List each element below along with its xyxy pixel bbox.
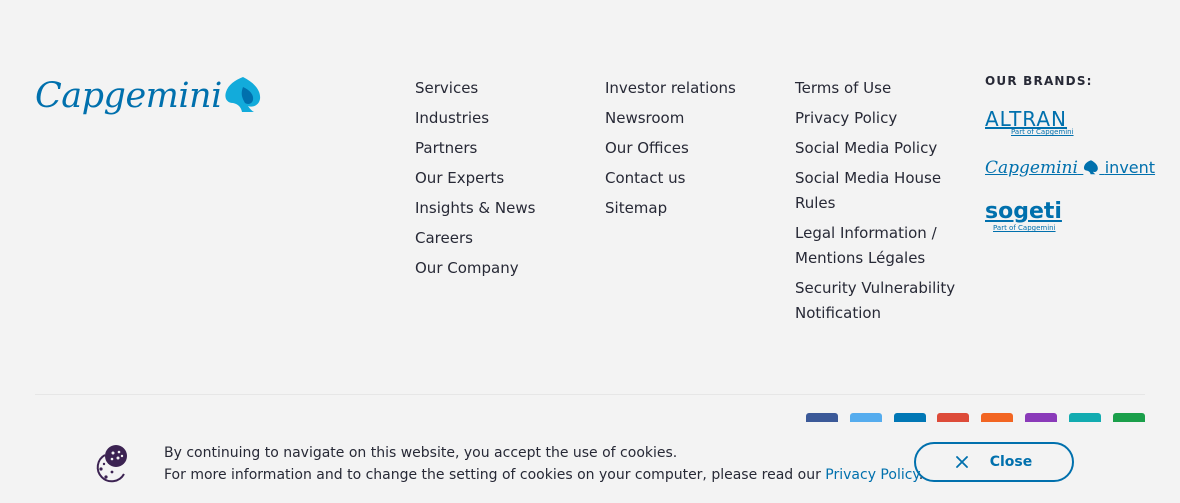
email-icon[interactable] (1113, 413, 1145, 422)
cookie-message-line1: By continuing to navigate on this websit… (164, 445, 678, 461)
footer-column-1: Services Industries Partners Our Experts… (415, 76, 595, 286)
close-button-label: Close (989, 454, 1033, 470)
footer-link-social-media-house-rules[interactable]: Social Media House Rules (795, 166, 965, 216)
cookie-close-button[interactable]: Close (914, 442, 1074, 482)
altran-logo[interactable]: ALTRAN Part of Capgemini (985, 108, 1155, 136)
footer-link-our-offices[interactable]: Our Offices (605, 136, 785, 161)
footer-link-industries[interactable]: Industries (415, 106, 595, 131)
footer-column-3: Terms of Use Privacy Policy Social Media… (795, 76, 965, 331)
cookie-privacy-policy-link[interactable]: Privacy Policy (825, 467, 918, 483)
sogeti-logo[interactable]: sogeti Part of Capgemini (985, 199, 1155, 233)
capgemini-logo[interactable]: Capgemini (35, 72, 263, 120)
footer-link-social-media-policy[interactable]: Social Media Policy (795, 136, 965, 161)
footer-link-services[interactable]: Services (415, 76, 595, 101)
footer-link-careers[interactable]: Careers (415, 226, 595, 251)
footer-link-sitemap[interactable]: Sitemap (605, 196, 785, 221)
cookie-icon (96, 445, 127, 483)
facebook-icon[interactable] (806, 413, 838, 422)
linkedin-icon[interactable] (894, 413, 926, 422)
footer-link-legal-information[interactable]: Legal Information / Mentions Légales (795, 221, 965, 271)
footer-link-our-experts[interactable]: Our Experts (415, 166, 595, 191)
spade-icon (1084, 160, 1099, 175)
sogeti-subtitle: Part of Capgemini (993, 224, 1056, 232)
invent-suffix: invent (1104, 158, 1156, 177)
footer-link-terms-of-use[interactable]: Terms of Use (795, 76, 965, 101)
close-icon (955, 456, 968, 468)
invent-brand-name: Capgemini (985, 158, 1078, 178)
footer-link-insights-news[interactable]: Insights & News (415, 196, 595, 221)
google-plus-icon[interactable] (937, 413, 969, 422)
logo-text: Capgemini (35, 76, 222, 116)
sogeti-name: sogeti (985, 199, 1062, 224)
footer-link-investor-relations[interactable]: Investor relations (605, 76, 785, 101)
altran-subtitle: Part of Capgemini (1011, 128, 1074, 136)
brands-title: OUR BRANDS: (985, 74, 1093, 88)
footer-link-privacy-policy[interactable]: Privacy Policy (795, 106, 965, 131)
footer-link-newsroom[interactable]: Newsroom (605, 106, 785, 131)
footer-link-our-company[interactable]: Our Company (415, 256, 595, 281)
footer-column-2: Investor relations Newsroom Our Offices … (605, 76, 785, 226)
spade-icon (225, 77, 260, 112)
instagram-icon[interactable] (1025, 413, 1057, 422)
footer-link-security-vulnerability[interactable]: Security Vulnerability Notification (795, 276, 965, 326)
cookie-message: By continuing to navigate on this websit… (164, 442, 923, 486)
twitter-icon[interactable] (850, 413, 882, 422)
brands-section: OUR BRANDS: ALTRAN Part of Capgemini Cap… (985, 74, 1155, 254)
footer-divider (35, 394, 1145, 395)
capgemini-invent-logo[interactable]: Capgemini invent (985, 158, 1155, 178)
altran-name: ALTRAN (985, 107, 1068, 131)
share-icon[interactable] (1069, 413, 1101, 422)
cookie-message-line2: For more information and to change the s… (164, 467, 924, 483)
footer-link-partners[interactable]: Partners (415, 136, 595, 161)
footer-link-contact-us[interactable]: Contact us (605, 166, 785, 191)
rss-icon[interactable] (981, 413, 1013, 422)
